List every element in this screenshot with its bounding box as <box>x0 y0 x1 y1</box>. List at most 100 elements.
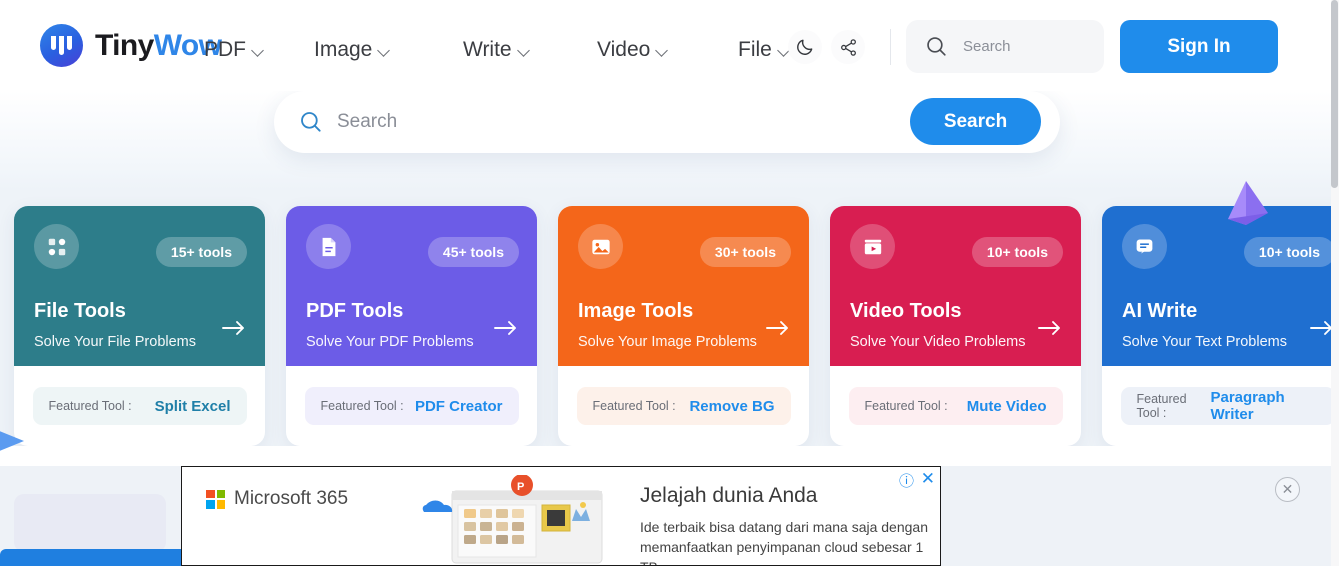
tool-card-image-subtitle: Solve Your Image Problems <box>578 334 757 350</box>
tool-card-video-title: Video Tools <box>850 300 962 322</box>
tool-card-video-footer: Featured Tool : Mute Video <box>830 366 1081 446</box>
main-search-placeholder: Search <box>337 111 398 132</box>
arrow-right-icon[interactable] <box>493 319 519 337</box>
logo-text: TinyWow <box>95 28 222 63</box>
tool-cards-row: 15+ tools File Tools Solve Your File Pro… <box>0 206 1339 446</box>
tool-card-image-badge: 30+ tools <box>699 237 791 267</box>
tool-card-video-subtitle: Solve Your Video Problems <box>850 334 1026 350</box>
tool-card-file-featured-tool[interactable]: Split Excel <box>155 398 231 415</box>
arrow-right-icon[interactable] <box>1037 319 1063 337</box>
nav-item-pdf-label: PDF <box>204 38 246 61</box>
tool-card-pdf-subtitle: Solve Your PDF Problems <box>306 334 474 350</box>
tool-card-pdf-title: PDF Tools <box>306 300 404 322</box>
ad-illustration: P <box>422 475 603 564</box>
tool-card-pdf[interactable]: 45+ tools PDF Tools Solve Your PDF Probl… <box>286 206 537 446</box>
chevron-down-icon <box>379 45 390 56</box>
tool-card-ai-write-footer: Featured Tool : Paragraph Writer <box>1102 366 1339 446</box>
tool-card-file-footer: Featured Tool : Split Excel <box>14 366 265 446</box>
nav-item-video[interactable]: Video <box>597 38 668 62</box>
logo[interactable]: TinyWow <box>40 24 222 67</box>
svg-text:P: P <box>517 481 524 493</box>
share-icon <box>840 38 856 56</box>
microsoft-logo-icon <box>206 489 225 509</box>
main-search-button[interactable]: Search <box>910 98 1041 145</box>
below-fold-card-peek <box>14 494 166 552</box>
nav-item-write-label: Write <box>463 38 512 61</box>
tool-card-video-badge: 10+ tools <box>971 237 1063 267</box>
search-icon <box>301 112 321 132</box>
tool-card-image-title: Image Tools <box>578 300 694 322</box>
nav-item-file[interactable]: File <box>738 38 790 62</box>
moon-icon <box>797 39 813 55</box>
sign-in-button[interactable]: Sign In <box>1120 20 1278 73</box>
image-icon <box>578 224 623 269</box>
tinywow-logo-icon <box>40 24 83 67</box>
nav-item-image[interactable]: Image <box>314 38 390 62</box>
chat-bubble-icon <box>1122 224 1167 269</box>
microsoft-brand-label: Microsoft 365 <box>234 488 349 509</box>
video-camera-icon <box>850 224 895 269</box>
tool-card-ai-write-subtitle: Solve Your Text Problems <box>1122 334 1287 350</box>
header-divider <box>890 29 891 65</box>
tool-card-image-featured-label: Featured Tool : <box>592 399 676 413</box>
tool-card-file-featured-label: Featured Tool : <box>48 399 132 413</box>
share-button[interactable] <box>831 30 865 64</box>
tool-card-file-featured[interactable]: Featured Tool : Split Excel <box>32 387 247 425</box>
triangle-decor-icon <box>0 428 24 454</box>
nav-item-write[interactable]: Write <box>463 38 530 62</box>
tool-card-video-header: 10+ tools Video Tools Solve Your Video P… <box>830 206 1081 366</box>
header-search[interactable]: Search <box>906 20 1104 73</box>
dark-mode-toggle[interactable] <box>788 30 822 64</box>
tool-card-video-featured-tool[interactable]: Mute Video <box>967 398 1047 415</box>
ad-body-text: Ide terbaik bisa datang dari mana saja d… <box>640 519 928 565</box>
tool-card-image-featured[interactable]: Featured Tool : Remove BG <box>576 387 791 425</box>
tool-card-pdf-featured-tool[interactable]: PDF Creator <box>415 398 503 415</box>
tool-card-image-header: 30+ tools Image Tools Solve Your Image P… <box>558 206 809 366</box>
tool-card-video[interactable]: 10+ tools Video Tools Solve Your Video P… <box>830 206 1081 446</box>
tool-card-file-header: 15+ tools File Tools Solve Your File Pro… <box>14 206 265 366</box>
grid-blocks-icon <box>34 224 79 269</box>
tool-card-pdf-footer: Featured Tool : PDF Creator <box>286 366 537 446</box>
tool-card-video-featured-label: Featured Tool : <box>864 399 948 413</box>
site-header: TinyWow PDF Image Write Video File Searc… <box>0 0 1331 91</box>
tool-card-ai-write-featured-tool[interactable]: Paragraph Writer <box>1210 389 1318 423</box>
tool-card-pdf-badge: 45+ tools <box>427 237 519 267</box>
tool-card-ai-write[interactable]: 10+ tools AI Write Solve Your Text Probl… <box>1102 206 1339 446</box>
nav-item-image-label: Image <box>314 38 373 61</box>
tool-card-ai-write-badge: 10+ tools <box>1243 237 1335 267</box>
nav-item-video-label: Video <box>597 38 651 61</box>
tool-card-file-subtitle: Solve Your File Problems <box>34 334 196 350</box>
microsoft-brand: Microsoft 365 <box>206 488 348 510</box>
main-search-bar[interactable]: Search Search <box>274 91 1060 153</box>
tool-card-video-featured[interactable]: Featured Tool : Mute Video <box>848 387 1063 425</box>
arrow-right-icon[interactable] <box>221 319 247 337</box>
tool-card-ai-write-title: AI Write <box>1122 300 1198 322</box>
logo-text-part1: Tiny <box>95 28 154 62</box>
tool-card-pdf-header: 45+ tools PDF Tools Solve Your PDF Probl… <box>286 206 537 366</box>
tool-card-ai-write-header: 10+ tools AI Write Solve Your Text Probl… <box>1102 206 1339 366</box>
close-circle-icon[interactable]: ✕ <box>1275 477 1300 502</box>
tool-card-ai-write-featured[interactable]: Featured Tool : Paragraph Writer <box>1120 387 1335 425</box>
document-icon <box>306 224 351 269</box>
tool-card-file-title: File Tools <box>34 300 126 322</box>
tool-card-image[interactable]: 30+ tools Image Tools Solve Your Image P… <box>558 206 809 446</box>
tool-card-image-footer: Featured Tool : Remove BG <box>558 366 809 446</box>
chevron-down-icon <box>519 45 530 56</box>
nav-item-file-label: File <box>738 38 772 61</box>
search-icon <box>927 37 946 56</box>
ad-headline: Jelajah dunia Anda <box>640 484 818 507</box>
page-scrollbar-thumb[interactable] <box>1331 0 1338 188</box>
tool-card-file-badge: 15+ tools <box>155 237 247 267</box>
advertisement-banner: Microsoft 365 P Jelajah dunia Anda Ide t… <box>181 466 941 566</box>
arrow-right-icon[interactable] <box>765 319 791 337</box>
tool-card-pdf-featured[interactable]: Featured Tool : PDF Creator <box>304 387 519 425</box>
content-white-strip <box>0 446 1331 466</box>
header-search-placeholder: Search <box>963 38 1011 55</box>
nav-item-pdf[interactable]: PDF <box>204 38 264 62</box>
tool-card-image-featured-tool[interactable]: Remove BG <box>689 398 774 415</box>
tool-card-file[interactable]: 15+ tools File Tools Solve Your File Pro… <box>14 206 265 446</box>
info-icon[interactable]: ⓘ <box>899 470 914 491</box>
close-icon[interactable]: ✕ <box>921 469 935 489</box>
chevron-down-icon <box>657 45 668 56</box>
pyramid-decor-icon <box>1228 181 1268 225</box>
